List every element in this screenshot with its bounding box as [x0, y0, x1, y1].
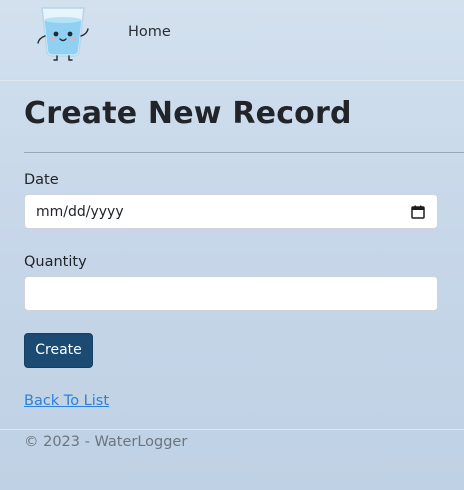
nav-home-link[interactable]: Home: [128, 24, 171, 40]
title-divider: [24, 152, 464, 153]
footer-divider: [0, 429, 464, 430]
back-to-list-link[interactable]: Back To List: [24, 393, 109, 409]
quantity-label: Quantity: [24, 254, 87, 270]
date-input[interactable]: mm/dd/yyyy: [24, 194, 438, 229]
date-label: Date: [24, 172, 59, 188]
date-input-value: mm/dd/yyyy: [36, 204, 124, 220]
navbar: Home: [0, 0, 464, 81]
footer-copyright: © 2023 - WaterLogger: [24, 434, 188, 450]
calendar-icon[interactable]: [411, 204, 425, 219]
water-glass-mascot-icon[interactable]: [32, 2, 92, 62]
create-button[interactable]: Create: [24, 333, 93, 368]
quantity-input[interactable]: [24, 276, 438, 311]
page-title: Create New Record: [24, 96, 352, 131]
